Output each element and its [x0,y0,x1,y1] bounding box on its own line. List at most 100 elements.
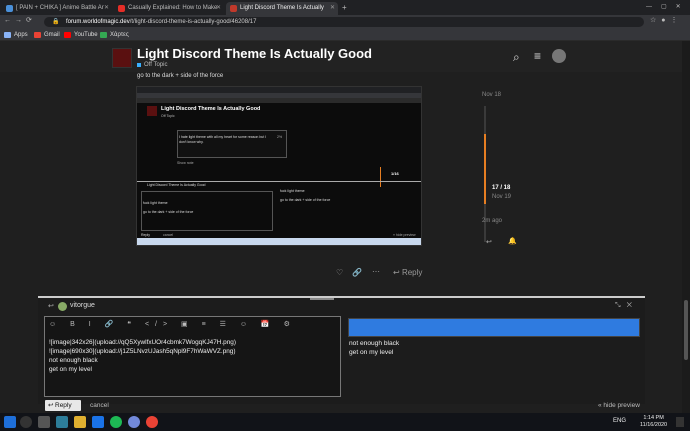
system-clock[interactable]: 1:14 PM 11/16/2020 [640,415,667,429]
reply-arrow-icon[interactable]: ↩ [486,238,492,246]
editor-line-4: get on my level [49,366,92,373]
hide-preview-link[interactable]: « hide preview [598,402,640,409]
tab-label: Casually Explained: How to Make [128,5,218,11]
nav-buttons[interactable]: ←→⟳ [4,16,36,24]
embedded-counter: 1/16 [391,171,399,176]
topic-category[interactable]: Off Topic [144,62,167,68]
composer-username: vitorgue [70,302,95,309]
chrome-icon[interactable] [146,416,158,428]
timeline-last-post-ago[interactable]: 2m ago [482,218,502,224]
embedded-screenshot-image[interactable]: Light Discord Theme Is Actually Good Off… [136,86,422,246]
avatar[interactable] [552,49,566,63]
lock-icon: 🔒 [52,19,60,25]
tab-favicon-icon [6,5,13,12]
timeline-date: Nov 19 [492,194,512,200]
cancel-link[interactable]: cancel [90,402,109,409]
store-icon[interactable] [92,416,104,428]
input-language[interactable]: ENG [613,418,626,424]
apps-grid-icon [4,32,11,38]
embedded-timeline-handle [380,167,381,187]
file-explorer-icon[interactable] [74,416,86,428]
close-icon[interactable]: ✕ [330,2,335,15]
url-host: forum.worldofmagic.dev [66,19,130,25]
browser-tab-1[interactable]: [ PAIN + CHIKA ] Anime Battle Ar ✕ [2,2,112,15]
bookmark-label: Gmail [44,32,60,38]
start-icon[interactable] [4,416,16,428]
edge-icon[interactable] [56,416,68,428]
discord-icon[interactable] [128,416,140,428]
embedded-cancel: cancel [163,233,174,237]
composer-user-avatar [58,302,67,311]
category-badge-icon [137,63,141,67]
bookmark-label: Χάρτες [110,32,129,38]
reply-submit-button[interactable]: ↩ Reply [45,400,81,411]
embedded-line2: go to the dark + side of the force [143,210,194,214]
embedded-quote: I hate light theme with all my heart for… [179,135,267,144]
window-controls[interactable]: —▢✕ [646,3,690,10]
youtube-icon [64,32,71,38]
embedded-composer-title: Light Discord Theme Is Actually Good [147,183,206,187]
bell-icon[interactable]: 🔔 [508,237,517,245]
composer-window-controls[interactable]: ⤡✕ [615,302,638,310]
forum-favicon-icon [230,5,237,12]
post-body-text: go to the dark + side of the force [137,73,224,79]
composer-resize-grip[interactable] [310,298,334,300]
reply-label: Reply [401,268,423,277]
like-icon[interactable]: ♡ [336,268,343,277]
close-icon[interactable]: ✕ [104,2,109,15]
task-view-icon[interactable] [38,416,50,428]
search-icon[interactable]: ⌕ [513,50,520,65]
embedded-category: Off Topic [161,114,175,118]
search-taskbar-icon[interactable] [20,416,32,428]
browser-menu-icons[interactable]: ☆●⋮ [650,16,683,24]
editor-line-3: not enough black [49,357,98,364]
post-reply-button[interactable]: ↩ Reply [393,268,422,277]
editor-toolbar[interactable]: ☺ B I 🔗 ❝ </> ▣ ≡ ☰ ☺ 📅 ⚙ [49,320,296,328]
close-icon[interactable]: ✕ [216,2,221,15]
spotify-icon[interactable] [110,416,122,428]
embedded-show-note: Show note [177,161,194,165]
bookmark-label: YouTube [74,32,98,38]
embedded-hide: « hide preview [393,233,416,237]
timeline-position: 17 / 18 [492,185,511,191]
address-bar[interactable]: 🔒 forum.worldofmagic.dev/t/light-discord… [44,17,644,27]
embedded-percent: 2% [277,135,283,139]
timeline-start-date[interactable]: Nov 18 [482,92,501,98]
url-path: /t/light-discord-theme-is-actually-good/… [129,19,257,25]
editor-line-1: ![image|342x26](upload://qQ5XywlfxUOr4cb… [49,339,236,346]
clock-time: 1:14 PM [643,415,664,421]
hamburger-menu-icon[interactable]: ≡ [534,49,541,63]
link-icon[interactable]: 🔗 [352,268,362,277]
site-logo[interactable] [112,48,132,68]
embedded-logo [147,106,157,116]
bookmark-apps[interactable]: Apps [4,30,28,40]
browser-tab-3-active[interactable]: Light Discord Theme Is Actually ✕ [226,2,338,15]
youtube-favicon-icon [118,5,125,12]
reply-button-label: Reply [55,402,72,409]
browser-tab-2[interactable]: Casually Explained: How to Make ✕ [114,2,224,15]
new-tab-button[interactable]: + [342,3,347,12]
bookmark-label: Apps [14,32,28,38]
embedded-reply: Reply [141,233,150,237]
preview-line-1: not enough black [349,340,400,347]
editor-line-2: ![image|690x30](upload://j1Z5LNvzUJash5q… [49,348,236,355]
maps-icon [100,32,107,38]
embedded-preview2: go to the dark + side of the force [280,198,331,202]
embedded-taskbar [137,238,421,245]
more-options-icon[interactable]: ⋯ [372,267,380,276]
bookmark-gmail[interactable]: Gmail [34,30,60,40]
topic-title[interactable]: Light Discord Theme Is Actually Good [137,46,372,61]
embedded-composer-divider [137,181,421,182]
reply-type-icon[interactable]: ↩ [48,302,54,310]
timeline-handle[interactable] [484,134,486,204]
embedded-bookmarks [137,98,421,103]
notification-icon[interactable] [676,417,684,427]
clock-date: 11/16/2020 [640,422,668,428]
embedded-title: Light Discord Theme Is Actually Good [161,106,261,112]
embedded-line1: fuck light theme [143,201,168,205]
preview-image [348,318,640,337]
scrollbar-thumb[interactable] [684,300,688,360]
tab-label: Light Discord Theme Is Actually [240,5,324,11]
bookmark-youtube[interactable]: YouTube [64,30,98,40]
bookmark-maps[interactable]: Χάρτες [100,30,129,40]
